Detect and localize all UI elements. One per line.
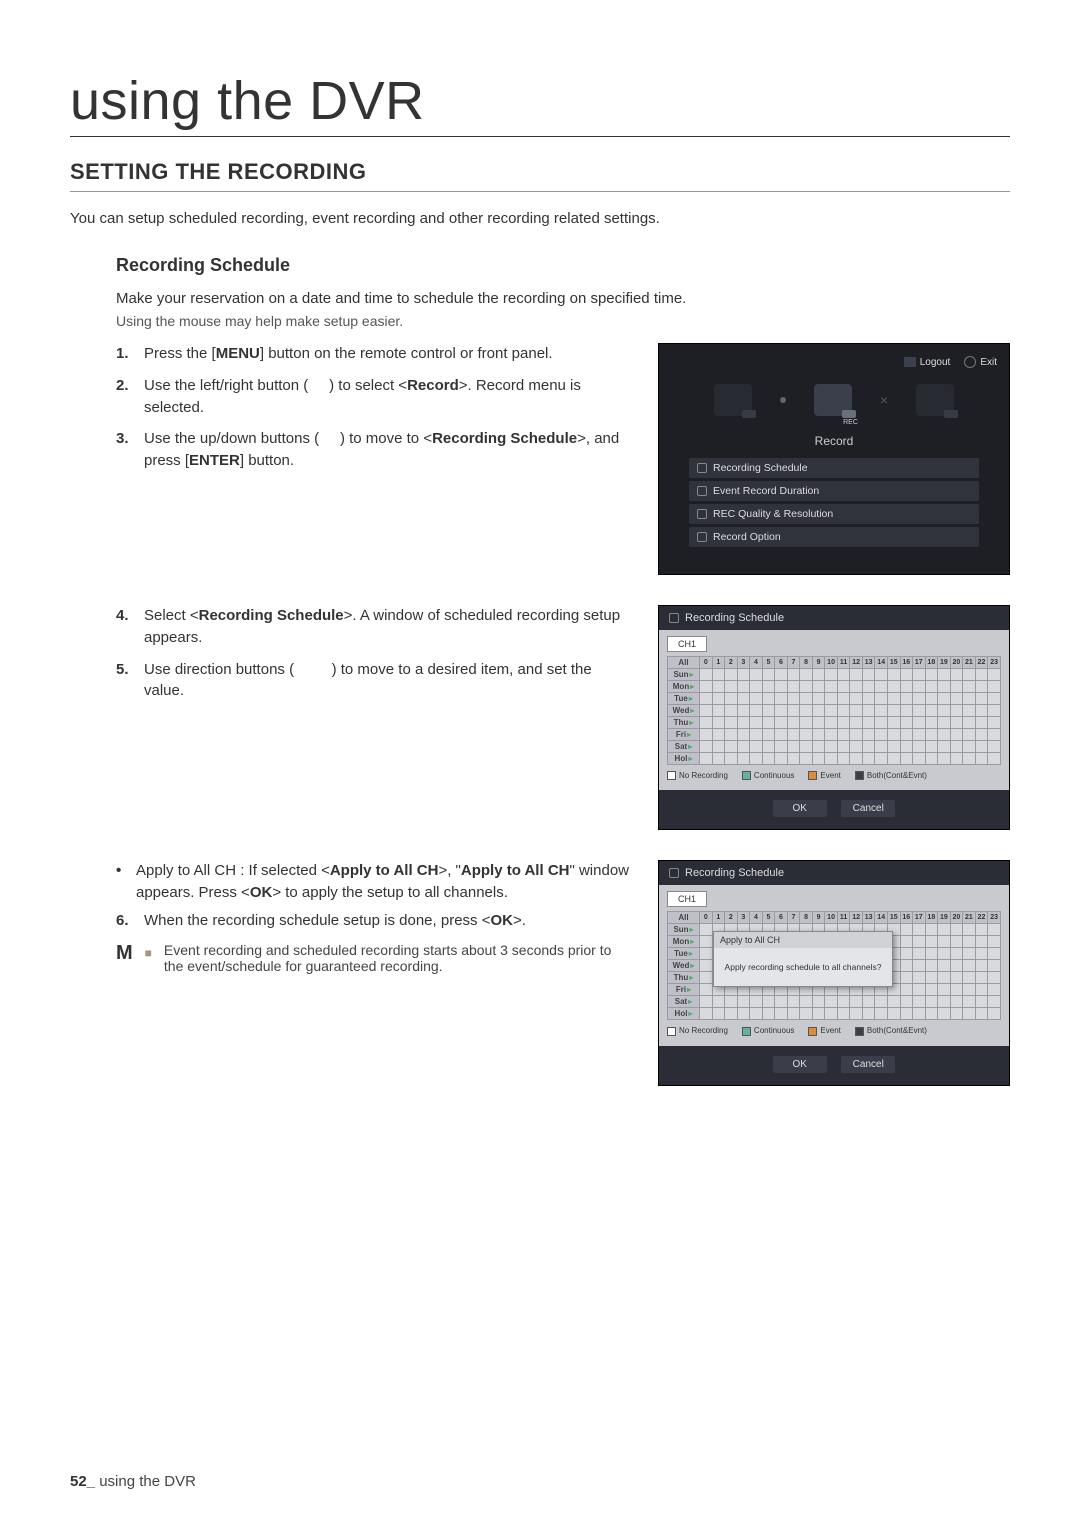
schedule-legend: No Recording Continuous Event Both(Cont&… — [667, 771, 1001, 780]
subsection-lead: Make your reservation on a date and time… — [116, 290, 1010, 307]
step-6: 6. When the recording schedule setup is … — [116, 910, 630, 932]
recording-schedule-screenshot: Recording Schedule CH1 All01234567891011… — [658, 605, 1010, 830]
step-4: 4. Select <Recording Schedule>. A window… — [116, 605, 630, 649]
note-marker-icon: M — [116, 942, 133, 974]
section-intro: You can setup scheduled recording, event… — [70, 210, 1010, 227]
cancel-button: Cancel — [841, 1056, 895, 1073]
page-title: using the DVR — [70, 70, 1010, 137]
step-2: 2. Use the left/right button ( ) to sele… — [116, 375, 630, 419]
step-1: 1. Press the [MENU] button on the remote… — [116, 343, 630, 365]
channel-tab: CH1 — [667, 891, 707, 907]
record-menu-screenshot: Logout Exit REC × Record Recording Sched… — [658, 343, 1010, 575]
modal-body: Apply recording schedule to all channels… — [714, 948, 892, 986]
clock-icon — [669, 613, 679, 623]
exit-icon — [964, 356, 976, 368]
bullet-apply-all-ch: • Apply to All CH : If selected <Apply t… — [116, 860, 630, 904]
menu-icon-prev — [714, 384, 752, 416]
logout-icon — [904, 357, 916, 367]
menu-item-rec-quality-resolution: REC Quality & Resolution — [689, 504, 979, 524]
recording-schedule-apply-all-screenshot: Recording Schedule CH1 All01234567891011… — [658, 860, 1010, 1085]
channel-tab: CH1 — [667, 636, 707, 652]
schedule-grid: All0123456789101112131415161718192021222… — [667, 656, 1001, 765]
subsection-sublead: Using the mouse may help make setup easi… — [116, 313, 1010, 329]
menu-label: Record — [671, 434, 997, 448]
schedule-legend: No Recording Continuous Event Both(Cont&… — [667, 1026, 1001, 1035]
menu-item-recording-schedule: Recording Schedule — [689, 458, 979, 478]
step-3: 3. Use the up/down buttons ( ) to move t… — [116, 428, 630, 472]
cancel-button: Cancel — [841, 800, 895, 817]
ok-button: OK — [773, 1056, 827, 1073]
menu-item-event-record-duration: Event Record Duration — [689, 481, 979, 501]
menu-item-record-option: Record Option — [689, 527, 979, 547]
step-5: 5. Use direction buttons ( ) to move to … — [116, 659, 630, 703]
apply-all-modal: Apply to All CH Apply recording schedule… — [713, 931, 893, 987]
menu-icon-next — [916, 384, 954, 416]
note: M ■ Event recording and scheduled record… — [116, 942, 630, 974]
section-heading: SETTING THE RECORDING — [70, 159, 1010, 192]
modal-title: Apply to All CH — [714, 932, 892, 948]
menu-icon-record: REC — [814, 384, 852, 416]
subsection-heading: Recording Schedule — [116, 255, 1010, 276]
ok-button: OK — [773, 800, 827, 817]
clock-icon — [669, 868, 679, 878]
page-footer: 52_ using the DVR — [70, 1473, 196, 1490]
